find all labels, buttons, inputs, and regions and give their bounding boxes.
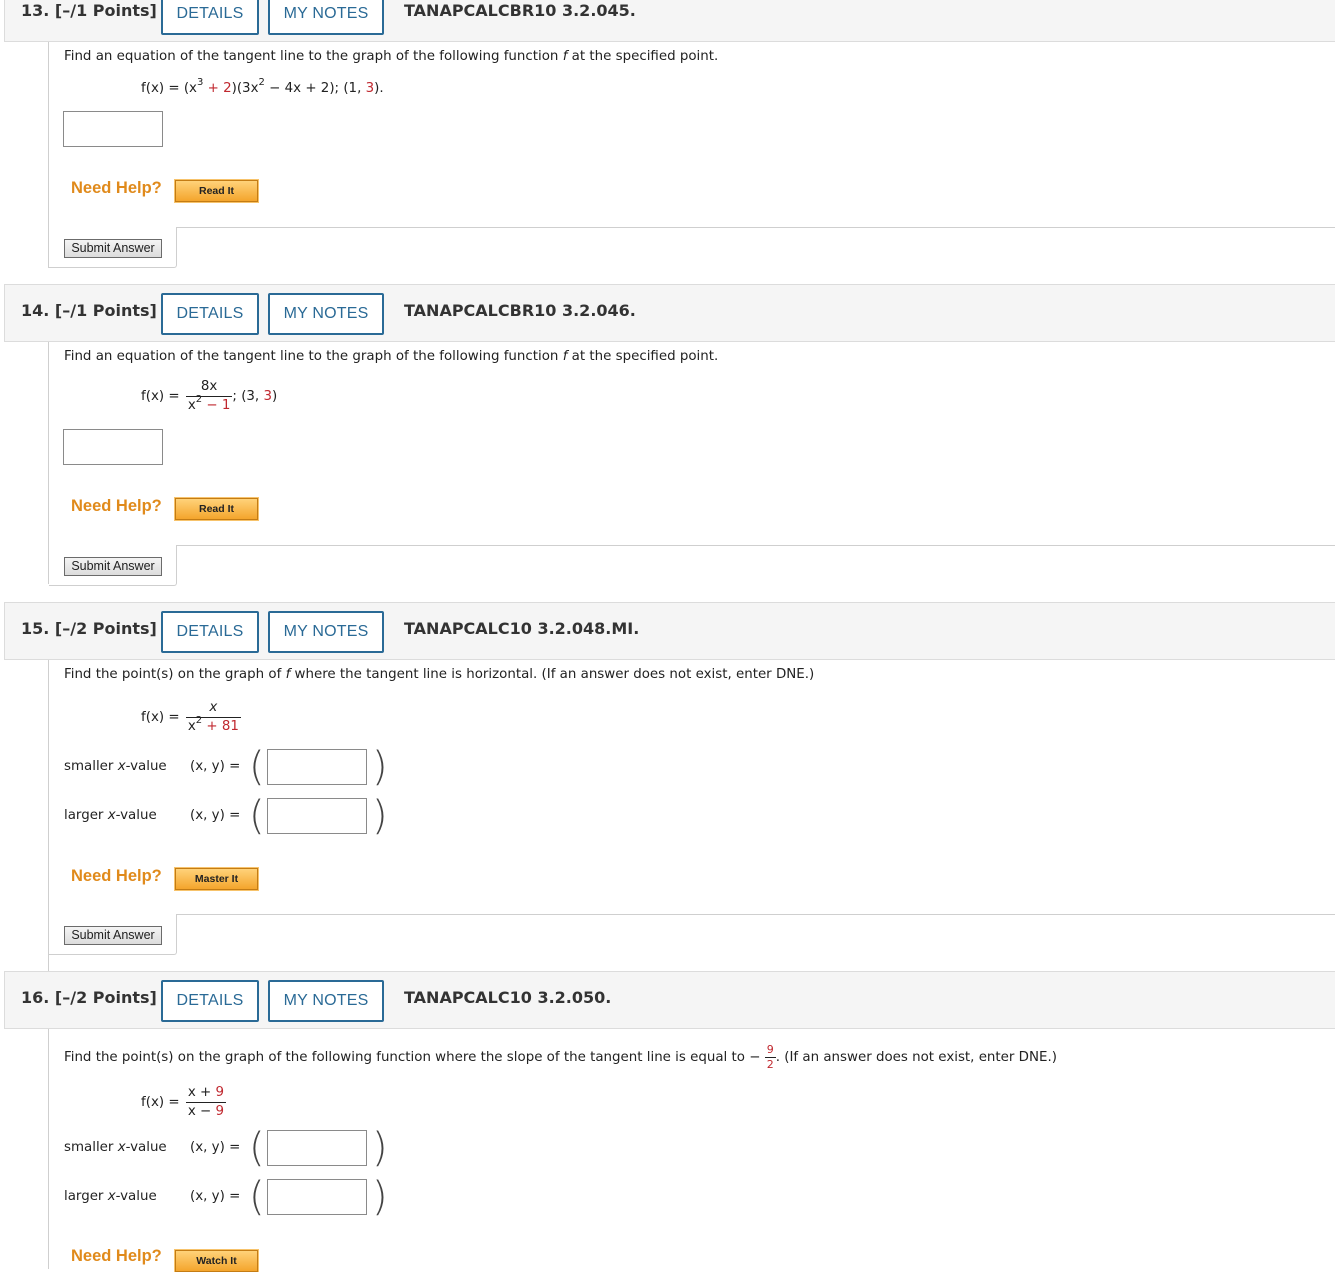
answer-input[interactable] (63, 111, 163, 147)
question-number: 13. [–/1 Points] (21, 1, 157, 20)
need-help-label: Need Help? (71, 1247, 162, 1265)
function-expression: f(x) = x + 9 x − 9 (141, 1085, 227, 1119)
question-body: Find an equation of the tangent line to … (48, 342, 1335, 586)
question-header: 16. [–/2 Points] DETAILS MY NOTES TANAPC… (4, 971, 1335, 1029)
read-it-button[interactable]: Read It (174, 179, 259, 203)
xy-equals: (x, y) = (190, 1140, 241, 1155)
question-number: 15. [–/2 Points] (21, 619, 157, 638)
question-header: 14. [–/1 Points] DETAILS MY NOTES TANAPC… (4, 284, 1335, 342)
my-notes-button[interactable]: MY NOTES (268, 980, 384, 1022)
master-it-button[interactable]: Master It (174, 867, 259, 891)
larger-point-input[interactable] (267, 1179, 367, 1215)
details-button[interactable]: DETAILS (161, 0, 259, 35)
submit-answer-button[interactable]: Submit Answer (64, 926, 162, 945)
larger-point-input[interactable] (267, 798, 367, 834)
smaller-x-label: smaller x-value (64, 759, 167, 774)
details-button[interactable]: DETAILS (161, 293, 259, 335)
question-prompt: Find an equation of the tangent line to … (64, 49, 719, 64)
submit-answer-button[interactable]: Submit Answer (64, 557, 162, 576)
question-body: Find an equation of the tangent line to … (48, 42, 1335, 268)
left-paren: ( (249, 1125, 265, 1171)
my-notes-button[interactable]: MY NOTES (268, 0, 384, 35)
question-header: 15. [–/2 Points] DETAILS MY NOTES TANAPC… (4, 602, 1335, 660)
larger-x-label: larger x-value (64, 1189, 157, 1204)
xy-equals: (x, y) = (190, 1189, 241, 1204)
details-button[interactable]: DETAILS (161, 980, 259, 1022)
question-prompt: Find an equation of the tangent line to … (64, 349, 719, 364)
details-button[interactable]: DETAILS (161, 611, 259, 653)
question-prompt: Find the point(s) on the graph of the fo… (64, 1043, 1057, 1071)
question-header: 13. [–/1 Points] DETAILS MY NOTES TANAPC… (4, 0, 1335, 42)
fraction: x x2 + 81 (185, 700, 241, 734)
question-code: TANAPCALCBR10 3.2.045. (404, 1, 636, 20)
right-paren: ) (372, 1125, 388, 1171)
submit-answer-button[interactable]: Submit Answer (64, 239, 162, 258)
fraction: 8x x2 − 1 (185, 379, 233, 413)
smaller-x-label: smaller x-value (64, 1140, 167, 1155)
question-body: Find the point(s) on the graph of the fo… (48, 1029, 1335, 1272)
question-prompt: Find the point(s) on the graph of f wher… (64, 667, 815, 682)
divider (177, 227, 1335, 228)
question-16: 16. [–/2 Points] DETAILS MY NOTES TANAPC… (0, 971, 1335, 1272)
question-code: TANAPCALCBR10 3.2.046. (404, 301, 636, 320)
answer-input[interactable] (63, 429, 163, 465)
question-15: 15. [–/2 Points] DETAILS MY NOTES TANAPC… (0, 602, 1335, 972)
left-paren: ( (249, 1174, 265, 1220)
question-number: 16. [–/2 Points] (21, 988, 157, 1007)
fraction: x + 9 x − 9 (185, 1085, 227, 1119)
question-14: 14. [–/1 Points] DETAILS MY NOTES TANAPC… (0, 284, 1335, 602)
right-paren: ) (372, 1174, 388, 1220)
function-expression: f(x) = x x2 + 81 (141, 700, 241, 734)
my-notes-button[interactable]: MY NOTES (268, 611, 384, 653)
left-paren: ( (249, 793, 265, 839)
xy-equals: (x, y) = (190, 759, 241, 774)
need-help-label: Need Help? (71, 497, 162, 515)
right-paren: ) (372, 793, 388, 839)
need-help-label: Need Help? (71, 867, 162, 885)
read-it-button[interactable]: Read It (174, 497, 259, 521)
function-expression: f(x) = (x3 + 2)(3x2 − 4x + 2); (1, 3). (141, 76, 384, 96)
right-paren: ) (372, 744, 388, 790)
divider (177, 914, 1335, 915)
question-body: Find the point(s) on the graph of f wher… (48, 660, 1335, 971)
question-number: 14. [–/1 Points] (21, 301, 157, 320)
need-help-label: Need Help? (71, 179, 162, 197)
question-code: TANAPCALC10 3.2.048.MI. (404, 619, 640, 638)
larger-x-label: larger x-value (64, 808, 157, 823)
divider (177, 545, 1335, 546)
slope-fraction: 9 2 (764, 1043, 776, 1071)
question-13: 13. [–/1 Points] DETAILS MY NOTES TANAPC… (0, 0, 1335, 284)
question-code: TANAPCALC10 3.2.050. (404, 988, 612, 1007)
xy-equals: (x, y) = (190, 808, 241, 823)
watch-it-button[interactable]: Watch It (174, 1249, 259, 1272)
my-notes-button[interactable]: MY NOTES (268, 293, 384, 335)
left-paren: ( (249, 744, 265, 790)
function-expression: f(x) = 8x x2 − 1 ; (3, 3) (141, 379, 278, 413)
smaller-point-input[interactable] (267, 1130, 367, 1166)
smaller-point-input[interactable] (267, 749, 367, 785)
